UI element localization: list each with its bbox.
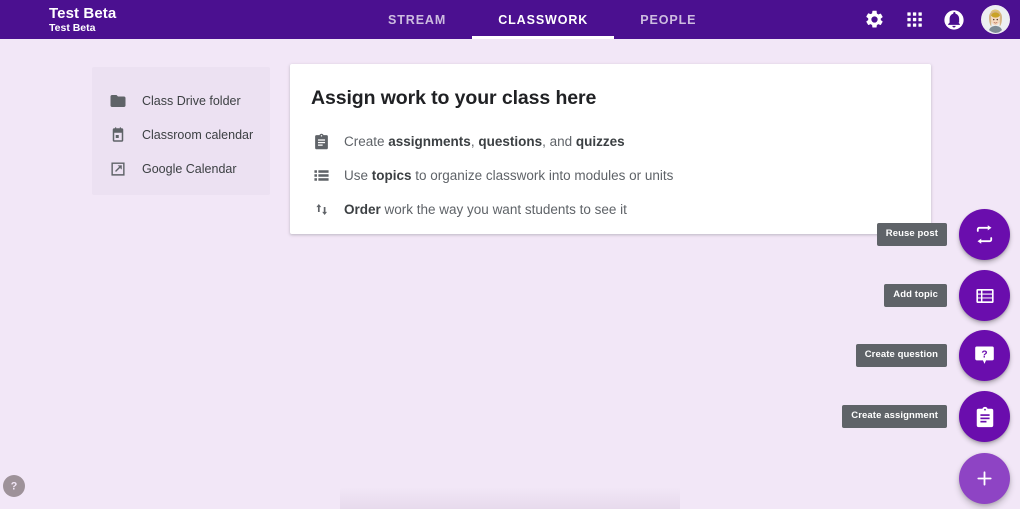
sidebar-item-class-drive-folder[interactable]: Class Drive folder: [92, 84, 270, 118]
apps-grid-icon: [906, 12, 922, 27]
reuse-repeat-icon: [976, 225, 993, 244]
class-subtitle: Test Beta: [49, 22, 96, 35]
topic-list-icon: [975, 288, 994, 303]
folder-icon: [108, 91, 128, 111]
header-tabs: STREAM CLASSWORK PEOPLE: [362, 0, 722, 39]
sidebar-item-google-calendar[interactable]: Google Calendar: [92, 152, 270, 186]
fab-row-create-assignment: Create assignment: [842, 391, 1010, 442]
class-title: Test Beta: [49, 4, 117, 22]
create-question-fab[interactable]: ?: [959, 330, 1010, 381]
calendar-icon: [108, 125, 128, 145]
sidebar-item-label: Google Calendar: [142, 162, 237, 176]
create-assignment-fab[interactable]: [959, 391, 1010, 442]
tooltip-add-topic: Add topic: [884, 284, 947, 307]
fab-row-create-question: Create question ?: [855, 330, 1010, 381]
fab-row-add-topic: Add topic: [884, 270, 1010, 321]
open-in-new-icon: [108, 159, 128, 179]
tab-classwork[interactable]: CLASSWORK: [472, 0, 615, 39]
bottom-sheet-edge: [340, 487, 680, 509]
hint-text: Use topics to organize classwork into mo…: [344, 167, 674, 183]
hint-row-create: Create assignments, questions, and quizz…: [311, 124, 931, 158]
avatar[interactable]: [981, 5, 1010, 34]
header-actions: [861, 0, 1010, 39]
hint-row-order: Order work the way you want students to …: [311, 192, 931, 226]
settings-gear-icon: [865, 10, 883, 28]
reuse-post-fab[interactable]: [959, 209, 1010, 260]
notification-bell-icon: [944, 9, 964, 30]
sidebar-card: Class Drive folder Classroom calendar Go…: [92, 67, 270, 195]
tooltip-create-assignment: Create assignment: [842, 405, 947, 428]
tab-stream[interactable]: STREAM: [362, 0, 472, 39]
sidebar-item-label: Class Drive folder: [142, 94, 241, 108]
assignment-clipboard-icon: [976, 406, 993, 427]
hint-list: Create assignments, questions, and quizz…: [311, 124, 931, 226]
assignment-clipboard-icon: [311, 131, 331, 151]
fab-row-reuse-post: Reuse post: [876, 209, 1010, 260]
tooltip-create-question: Create question: [855, 344, 947, 367]
hamburger-menu-button[interactable]: [0, 0, 40, 39]
sidebar-item-classroom-calendar[interactable]: Classroom calendar: [92, 118, 270, 152]
sort-order-icon: [311, 199, 331, 219]
help-button[interactable]: ?: [3, 475, 25, 497]
app-header: Test Beta Test Beta STREAM CLASSWORK PEO…: [0, 0, 1020, 39]
add-topic-fab[interactable]: [959, 270, 1010, 321]
tooltip-reuse-post: Reuse post: [876, 223, 947, 246]
help-question-icon: ?: [11, 481, 18, 493]
plus-icon: [977, 471, 992, 486]
avatar-image: [982, 6, 1009, 33]
hint-row-topics: Use topics to organize classwork into mo…: [311, 158, 931, 192]
settings-gear-button[interactable]: [861, 7, 887, 33]
notification-bell-button[interactable]: [941, 7, 967, 33]
topic-list-icon: [311, 165, 331, 185]
fab-stack: Reuse post Add topic Create question ? C…: [842, 0, 1015, 509]
apps-grid-button[interactable]: [901, 7, 927, 33]
create-fab[interactable]: [959, 453, 1010, 504]
page-title: Assign work to your class here: [311, 87, 597, 109]
svg-text:?: ?: [11, 481, 18, 493]
sidebar-item-label: Classroom calendar: [142, 128, 254, 142]
hint-text: Create assignments, questions, and quizz…: [344, 133, 625, 149]
classwork-empty-state-card: Assign work to your class here Create as…: [290, 64, 931, 234]
header-titles: Test Beta Test Beta: [49, 5, 116, 35]
tab-people[interactable]: PEOPLE: [614, 0, 722, 39]
question-bubble-icon: ?: [975, 346, 994, 364]
hint-text: Order work the way you want students to …: [344, 201, 627, 217]
svg-text:?: ?: [981, 350, 987, 361]
fab-row-create: [959, 453, 1010, 504]
